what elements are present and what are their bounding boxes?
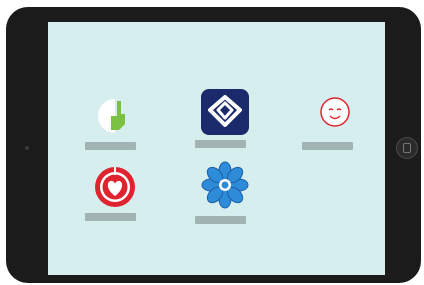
app-tile-1[interactable] — [85, 94, 145, 164]
app-tile-3[interactable] — [302, 94, 362, 164]
smiley-face-icon[interactable] — [310, 94, 354, 138]
app-label-placeholder — [85, 142, 136, 150]
blue-flower-icon[interactable] — [201, 161, 249, 209]
home-screen — [48, 22, 385, 275]
front-camera — [25, 146, 29, 150]
app-label-placeholder — [195, 140, 246, 148]
app-label-placeholder — [195, 216, 246, 224]
home-button[interactable] — [396, 137, 418, 159]
app-tile-5[interactable] — [195, 161, 255, 232]
heart-shield-icon[interactable] — [201, 88, 249, 135]
app-tile-4[interactable] — [85, 165, 145, 235]
pointing-hand-icon[interactable] — [93, 94, 137, 138]
app-label-placeholder — [85, 213, 136, 221]
app-tile-2[interactable] — [195, 88, 255, 158]
heart-target-icon[interactable] — [93, 165, 137, 209]
app-label-placeholder — [302, 142, 353, 150]
